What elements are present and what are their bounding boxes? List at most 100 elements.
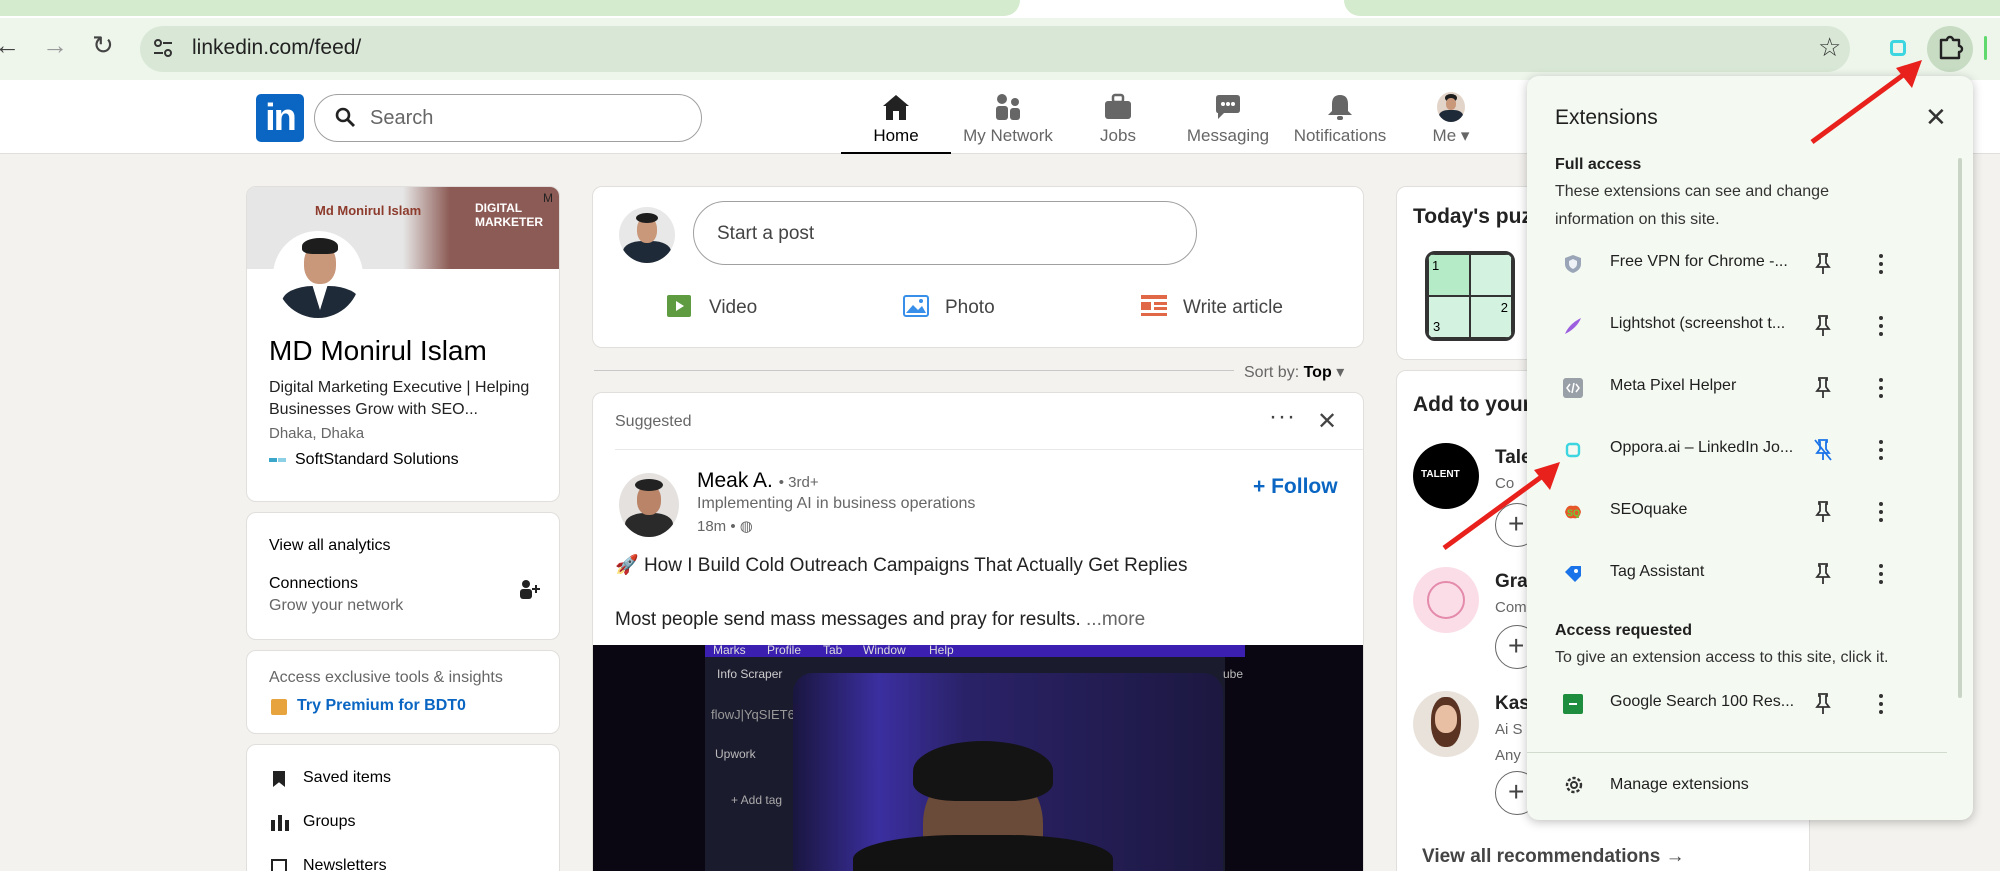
media-text-7: flowJ|YqSIET6	[711, 707, 795, 722]
close-icon[interactable]: ✕	[1925, 102, 1947, 133]
extension-name: Lightshot (screenshot t...	[1610, 315, 1786, 332]
view-all-analytics-link[interactable]: View all analytics	[269, 537, 391, 555]
address-bar[interactable]	[140, 26, 1850, 72]
unpin-icon[interactable]	[1813, 438, 1833, 462]
more-vert-icon[interactable]	[1877, 562, 1885, 586]
more-vert-icon[interactable]	[1877, 500, 1885, 524]
banner-name: Md Monirul Islam	[315, 203, 422, 218]
video-button[interactable]: Video	[667, 295, 757, 319]
newsletters-link[interactable]: Newsletters	[303, 857, 387, 871]
bookmark-star-icon[interactable]: ☆	[1818, 32, 1841, 63]
media-text-6: Info Scraper	[717, 667, 783, 681]
globe-icon: ◍	[739, 518, 753, 535]
share-box-avatar[interactable]	[619, 207, 675, 263]
more-vert-icon[interactable]	[1877, 438, 1885, 462]
messaging-icon	[1216, 95, 1240, 119]
profile-name[interactable]: MD Monirul Islam	[269, 335, 487, 367]
premium-card[interactable]: Access exclusive tools & insights Try Pr…	[246, 650, 560, 734]
suggestion-name-2[interactable]: Gra	[1495, 571, 1528, 593]
media-text-4: Window	[863, 645, 906, 657]
suggestion-name-3[interactable]: Kas	[1495, 693, 1530, 715]
forward-button[interactable]: →	[42, 30, 68, 61]
post-text-line1: 🚀 How I Build Cold Outreach Campaigns Th…	[615, 553, 1187, 577]
post-author-name[interactable]: Meak A. • 3rd+	[697, 469, 819, 493]
extensions-scrollbar[interactable]	[1958, 158, 1962, 698]
nav-my-network[interactable]: My Network	[953, 88, 1063, 154]
extension-row-tag-assistant[interactable]: Tag Assistant	[1527, 550, 1947, 598]
sort-divider	[594, 370, 1234, 371]
media-text-5: Help	[929, 645, 954, 657]
profile-avatar[interactable]	[273, 231, 363, 321]
banner-title: DIGITAL MARKETER	[475, 201, 543, 229]
post-more-options-icon[interactable]: ···	[1269, 403, 1296, 431]
media-text-1: Marks	[713, 645, 746, 657]
extension-row-google-search-100[interactable]: Google Search 100 Res...	[1527, 680, 1947, 728]
suggestion-avatar-3[interactable]	[1413, 691, 1479, 757]
extension-row-meta-pixel[interactable]: Meta Pixel Helper	[1527, 364, 1947, 412]
pin-icon[interactable]	[1813, 376, 1833, 400]
profile-company[interactable]: SoftStandard Solutions	[295, 451, 459, 469]
nav-jobs-label: Jobs	[1100, 126, 1136, 145]
groups-link[interactable]: Groups	[303, 813, 355, 831]
tab-background-left[interactable]	[0, 0, 1020, 16]
write-article-button[interactable]: Write article	[1141, 295, 1283, 319]
sort-dropdown[interactable]: Sort by: Top ▾	[1244, 362, 1344, 382]
pin-icon[interactable]	[1813, 500, 1833, 524]
more-vert-icon[interactable]	[1877, 376, 1885, 400]
profile-location: Dhaka, Dhaka	[269, 425, 365, 442]
rocket-emoji-icon: 🚀	[615, 555, 639, 576]
nav-notifications[interactable]: Notifications	[1285, 88, 1395, 154]
nav-home[interactable]: Home	[841, 88, 951, 154]
pin-icon[interactable]	[1813, 252, 1833, 276]
extension-row-lightshot[interactable]: Lightshot (screenshot t...	[1527, 302, 1947, 350]
extension-name: Meta Pixel Helper	[1610, 377, 1737, 394]
pin-icon[interactable]	[1813, 692, 1833, 716]
photo-button[interactable]: Photo	[903, 295, 995, 319]
suggestion-avatar-2[interactable]	[1413, 567, 1479, 633]
nav-me[interactable]: Me ▾	[1396, 88, 1506, 154]
site-settings-icon[interactable]	[152, 37, 174, 59]
extension-name: Tag Assistant	[1610, 563, 1705, 580]
more-vert-icon[interactable]	[1877, 314, 1885, 338]
sort-value: Top	[1303, 364, 1332, 381]
tag-assistant-icon	[1565, 566, 1581, 582]
pin-icon[interactable]	[1813, 562, 1833, 586]
suggestion-avatar-1[interactable]: TALENT	[1413, 443, 1479, 509]
post-timestamp: 18m • ◍	[697, 517, 753, 535]
tab-background-right[interactable]	[1344, 0, 2000, 16]
extensions-button[interactable]	[1927, 26, 1973, 72]
reload-button[interactable]: ↻	[92, 30, 114, 61]
connections-sub[interactable]: Grow your network	[269, 597, 403, 615]
post-suggested-label: Suggested	[615, 413, 692, 430]
connections-label[interactable]: Connections	[269, 575, 358, 593]
post-author-avatar[interactable]	[619, 473, 679, 537]
extension-row-oppora[interactable]: Oppora.ai – LinkedIn Jo...	[1527, 426, 1947, 474]
photo-label: Photo	[945, 297, 995, 318]
oppora-toolbar-icon[interactable]	[1890, 40, 1906, 56]
manage-extensions-link[interactable]: Manage extensions	[1610, 776, 1749, 794]
pin-icon[interactable]	[1813, 314, 1833, 338]
linkedin-logo[interactable]: in	[256, 94, 304, 142]
back-button[interactable]: ←	[0, 30, 20, 61]
post-dismiss-icon[interactable]: ✕	[1317, 407, 1337, 436]
nav-messaging[interactable]: Messaging	[1173, 88, 1283, 154]
video-icon	[667, 295, 691, 317]
follow-button[interactable]: + Follow	[1253, 475, 1338, 499]
view-all-recommendations-link[interactable]: View all recommendations →	[1422, 846, 1685, 868]
extension-row-free-vpn[interactable]: Free VPN for Chrome -...	[1527, 240, 1947, 288]
puzzle-card[interactable]: Today's puz 1 2 3	[1396, 186, 1546, 360]
more-vert-icon[interactable]	[1877, 252, 1885, 276]
extension-row-seoquake[interactable]: SQ SEOquake	[1527, 488, 1947, 536]
start-post-placeholder: Start a post	[717, 223, 815, 244]
saved-items-link[interactable]: Saved items	[303, 769, 391, 787]
search-placeholder: Search	[370, 107, 434, 129]
add-connection-icon[interactable]	[517, 577, 541, 601]
address-url[interactable]: linkedin.com/feed/	[192, 36, 361, 60]
post-video-media[interactable]: Marks Profile Tab Window Help Info Scrap…	[593, 645, 1363, 871]
toolbar-divider	[1984, 36, 1987, 60]
try-premium-link[interactable]: Try Premium for BDT0	[297, 697, 466, 715]
see-more-link[interactable]: ...more	[1086, 609, 1145, 630]
suggestion-sub-3: Ai S	[1495, 721, 1523, 738]
more-vert-icon[interactable]	[1877, 692, 1885, 716]
nav-jobs[interactable]: Jobs	[1063, 88, 1173, 154]
